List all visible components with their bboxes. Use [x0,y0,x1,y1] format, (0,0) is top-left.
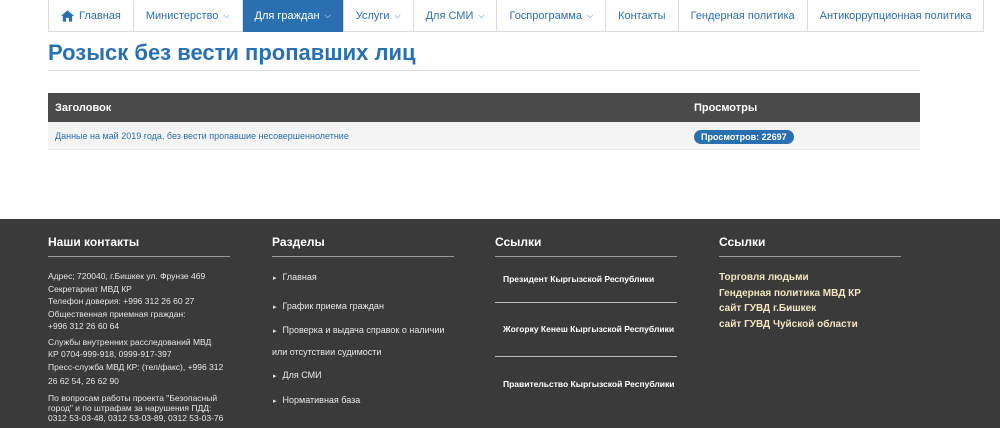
section-link-label: Проверка и выдача справок о наличии [282,325,445,335]
section-link-schedule[interactable]: ▸ График приема граждан [272,296,454,318]
nav-gender-policy-label: Гендерная политика [690,10,795,22]
contact-line: Общественная приемная граждан: [48,308,186,319]
link-guvd-chui[interactable]: сайт ГУВД Чуйской области [719,317,901,333]
contact-line: КР 0704-999-918, 0999-917-397 [48,349,172,359]
section-link-label: Главная [282,272,317,282]
link-president[interactable]: Президент Кыргызской Республики [495,257,677,303]
chevron-down-icon: ⌵ [478,11,485,20]
nav-ministry-label: Министерство [145,10,219,22]
chevron-down-icon: ⌵ [587,11,594,20]
section-link-home[interactable]: ▸ Главная [272,267,454,289]
nav-gosprogram-label: Госпрограмма [509,10,582,22]
nav-contacts[interactable]: Контакты [606,0,679,32]
contact-line: Службы внутренних расследований МВД [48,336,212,347]
nav-media-label: Для СМИ [425,10,474,22]
views-badge: Просмотров: 22697 [694,129,794,144]
chevron-down-icon: ⌵ [324,11,331,20]
footer-contacts: Наши контакты Адрес; 720040, г.Бишкек ул… [48,235,230,423]
nav-gender-policy[interactable]: Гендерная политика [679,0,808,32]
column-header-title[interactable]: Заголовок [48,102,694,114]
articles-table: Заголовок Просмотры Данные на май 2019 г… [48,93,920,150]
chevron-right-icon: ▸ [273,328,277,335]
footer-links-1-heading: Ссылки [495,235,677,257]
contact-line: По вопросам работы проекта "Безопасный [48,392,218,403]
link-human-trafficking[interactable]: Торговля людьми [719,270,901,286]
contact-line: Пресс-служба МВД КР: (тел/факс), +996 31… [48,361,224,372]
contact-line: Адрес; 720040, г.Бишкек ул. Фрунзе 469 [48,271,206,281]
contact-line: +996 312 26 60 64 [48,321,120,331]
footer-links-2-heading: Ссылки [719,235,901,257]
section-link-label: Нормативная база [282,395,361,405]
contact-line: город" и по штрафам за нарушения ПДД: [48,402,212,413]
section-link-label: Для СМИ [282,370,322,380]
nav-anticorruption[interactable]: Антикоррупционная политика [808,0,985,32]
contact-line: Телефон доверия: +996 312 26 60 27 [48,296,195,306]
contact-line: 26 62 54, 26 62 90 [48,376,119,386]
sections-list: ▸ Главная ▸ График приема граждан ▸ Проверк… [272,267,454,412]
section-link-label: График приема граждан [282,301,384,311]
links-2-list: Торговля людьми Гендерная политика МВД К… [719,270,901,332]
chevron-down-icon: ⌵ [394,11,401,20]
section-link-certificates[interactable]: ▸ Проверка и выдача справок о наличии [272,320,454,342]
nav-media[interactable]: Для СМИ ⌵ [414,0,498,32]
section-link-normative[interactable]: ▸ Нормативная база [272,390,454,412]
page-title: Розыск без вести пропавших лиц [48,40,416,65]
nav-contacts-label: Контакты [618,10,666,22]
chevron-right-icon: ▸ [273,373,277,380]
contact-line: 0312 53-03-48, 0312 53-03-89, 0312 53-03… [48,412,224,423]
home-icon [61,10,74,22]
nav-home[interactable]: Главная [49,0,134,32]
link-gender-policy[interactable]: Гендерная политика МВД КР [719,286,901,302]
title-divider [48,70,920,71]
footer-links-1: Ссылки Президент Кыргызской Республики Ж… [495,235,677,411]
footer: Наши контакты Адрес; 720040, г.Бишкек ул… [0,219,1000,428]
row-title-link[interactable]: Данные на май 2019 года, без вести пропа… [48,131,694,141]
contacts-list: Адрес; 720040, г.Бишкек ул. Фрунзе 469 С… [48,270,230,423]
table-header: Заголовок Просмотры [48,93,920,122]
column-header-views[interactable]: Просмотры [694,102,757,114]
link-government[interactable]: Правительство Кыргызской Республики [495,357,677,411]
nav-gosprogram[interactable]: Госпрограмма ⌵ [497,0,607,32]
contact-line: Секретариат МВД КР [48,283,132,294]
nav-anticorruption-label: Антикоррупционная политика [819,10,972,22]
nav-services[interactable]: Услуги ⌵ [344,0,414,32]
table-row: Данные на май 2019 года, без вести пропа… [48,122,920,150]
nav-ministry[interactable]: Министерство ⌵ [134,0,243,32]
nav-citizens[interactable]: Для граждан ⌵ [242,0,344,32]
link-parliament[interactable]: Жогорку Кенеш Кыргызской Республики [495,303,677,357]
footer-links-2: Ссылки Торговля людьми Гендерная политик… [719,235,901,332]
footer-sections-heading: Разделы [272,235,454,257]
link-guvd-bishkek[interactable]: сайт ГУВД г.Бишкек [719,301,901,317]
footer-contacts-heading: Наши контакты [48,235,230,257]
section-link-media[interactable]: ▸ Для СМИ [272,365,454,387]
nav-services-label: Услуги [355,10,390,22]
chevron-down-icon: ⌵ [223,11,230,20]
section-link-certificates-cont[interactable]: или отсутствии судимости [272,342,454,362]
main-nav: Главная Министерство ⌵ Для граждан ⌵ Услуг… [48,0,985,32]
footer-sections: Разделы ▸ Главная ▸ График приема граждан … [272,235,454,412]
chevron-right-icon: ▸ [273,304,277,311]
chevron-right-icon: ▸ [273,398,277,405]
chevron-right-icon: ▸ [273,275,277,282]
nav-home-label: Главная [79,10,121,22]
nav-citizens-label: Для граждан [254,10,320,22]
